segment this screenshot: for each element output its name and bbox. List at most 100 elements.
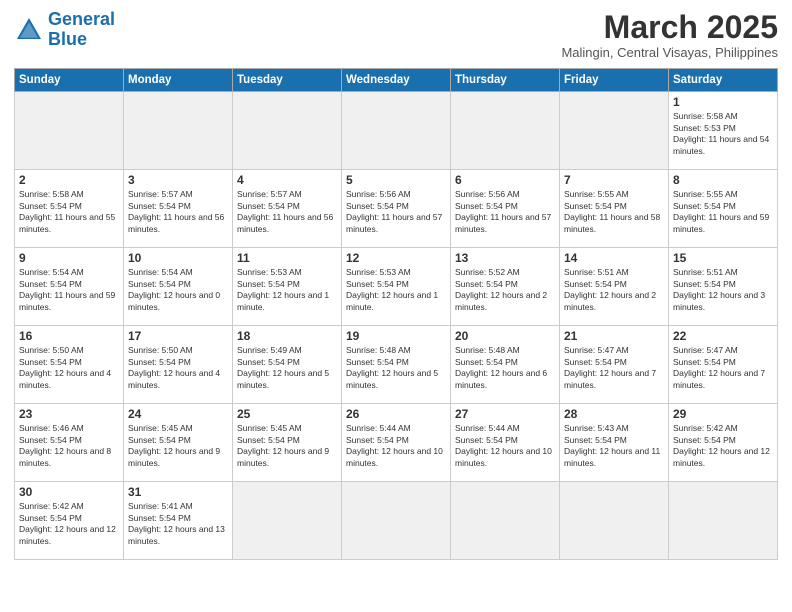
day-info: Sunrise: 5:53 AMSunset: 5:54 PMDaylight:… [237, 267, 337, 313]
table-row: 14 Sunrise: 5:51 AMSunset: 5:54 PMDayligh… [560, 248, 669, 326]
day-number: 26 [346, 407, 446, 421]
day-number: 20 [455, 329, 555, 343]
table-row: 11 Sunrise: 5:53 AMSunset: 5:54 PMDayligh… [233, 248, 342, 326]
table-row [560, 482, 669, 560]
table-row: 8Sunrise: 5:55 AMSunset: 5:54 PMDaylight… [669, 170, 778, 248]
day-number: 31 [128, 485, 228, 499]
day-number: 13 [455, 251, 555, 265]
logo-general: General [48, 9, 115, 29]
day-number: 15 [673, 251, 773, 265]
day-number: 4 [237, 173, 337, 187]
day-number: 6 [455, 173, 555, 187]
day-info: Sunrise: 5:41 AMSunset: 5:54 PMDaylight:… [128, 501, 228, 547]
table-row: 4Sunrise: 5:57 AMSunset: 5:54 PMDaylight… [233, 170, 342, 248]
day-number: 9 [19, 251, 119, 265]
day-info: Sunrise: 5:56 AMSunset: 5:54 PMDaylight:… [455, 189, 555, 235]
col-tuesday: Tuesday [233, 69, 342, 92]
logo: General Blue [14, 10, 115, 50]
day-info: Sunrise: 5:45 AMSunset: 5:54 PMDaylight:… [237, 423, 337, 469]
day-info: Sunrise: 5:44 AMSunset: 5:54 PMDaylight:… [346, 423, 446, 469]
calendar-header: Sunday Monday Tuesday Wednesday Thursday… [15, 69, 778, 92]
day-number: 5 [346, 173, 446, 187]
header: General Blue March 2025 Malingin, Centra… [14, 10, 778, 60]
day-number: 30 [19, 485, 119, 499]
table-row: 31 Sunrise: 5:41 AMSunset: 5:54 PMDayligh… [124, 482, 233, 560]
day-info: Sunrise: 5:51 AMSunset: 5:54 PMDaylight:… [564, 267, 664, 313]
table-row [560, 92, 669, 170]
calendar-body: 1Sunrise: 5:58 AMSunset: 5:53 PMDaylight… [15, 92, 778, 560]
day-info: Sunrise: 5:51 AMSunset: 5:54 PMDaylight:… [673, 267, 773, 313]
table-row: 22 Sunrise: 5:47 AMSunset: 5:54 PMDayligh… [669, 326, 778, 404]
day-number: 16 [19, 329, 119, 343]
table-row: 24Sunrise: 5:45 AMSunset: 5:54 PMDayligh… [124, 404, 233, 482]
day-number: 23 [19, 407, 119, 421]
table-row [669, 482, 778, 560]
table-row [451, 92, 560, 170]
day-number: 2 [19, 173, 119, 187]
table-row: 10Sunrise: 5:54 AMSunset: 5:54 PMDayligh… [124, 248, 233, 326]
table-row: 30Sunrise: 5:42 AMSunset: 5:54 PMDayligh… [15, 482, 124, 560]
day-info: Sunrise: 5:57 AMSunset: 5:54 PMDaylight:… [128, 189, 228, 235]
logo-icon [14, 15, 44, 45]
col-sunday: Sunday [15, 69, 124, 92]
table-row: 12 Sunrise: 5:53 AMSunset: 5:54 PMDayligh… [342, 248, 451, 326]
day-info: Sunrise: 5:43 AMSunset: 5:54 PMDaylight:… [564, 423, 664, 469]
col-saturday: Saturday [669, 69, 778, 92]
table-row: 26 Sunrise: 5:44 AMSunset: 5:54 PMDayligh… [342, 404, 451, 482]
day-number: 14 [564, 251, 664, 265]
table-row [451, 482, 560, 560]
day-number: 21 [564, 329, 664, 343]
calendar-week-5: 30Sunrise: 5:42 AMSunset: 5:54 PMDayligh… [15, 482, 778, 560]
day-number: 19 [346, 329, 446, 343]
day-number: 28 [564, 407, 664, 421]
table-row: 21Sunrise: 5:47 AMSunset: 5:54 PMDayligh… [560, 326, 669, 404]
day-info: Sunrise: 5:48 AMSunset: 5:54 PMDaylight:… [346, 345, 446, 391]
day-info: Sunrise: 5:46 AMSunset: 5:54 PMDaylight:… [19, 423, 119, 469]
day-info: Sunrise: 5:47 AMSunset: 5:54 PMDaylight:… [673, 345, 773, 391]
day-info: Sunrise: 5:45 AMSunset: 5:54 PMDaylight:… [128, 423, 228, 469]
day-info: Sunrise: 5:53 AMSunset: 5:54 PMDaylight:… [346, 267, 446, 313]
table-row: 15 Sunrise: 5:51 AMSunset: 5:54 PMDayligh… [669, 248, 778, 326]
calendar-week-4: 23 Sunrise: 5:46 AMSunset: 5:54 PMDayligh… [15, 404, 778, 482]
day-number: 17 [128, 329, 228, 343]
day-number: 12 [346, 251, 446, 265]
table-row: 27 Sunrise: 5:44 AMSunset: 5:54 PMDayligh… [451, 404, 560, 482]
day-info: Sunrise: 5:52 AMSunset: 5:54 PMDaylight:… [455, 267, 555, 313]
table-row: 16 Sunrise: 5:50 AMSunset: 5:54 PMDayligh… [15, 326, 124, 404]
month-title: March 2025 [561, 10, 778, 45]
day-info: Sunrise: 5:49 AMSunset: 5:54 PMDaylight:… [237, 345, 337, 391]
title-block: March 2025 Malingin, Central Visayas, Ph… [561, 10, 778, 60]
day-info: Sunrise: 5:42 AMSunset: 5:54 PMDaylight:… [673, 423, 773, 469]
page: General Blue March 2025 Malingin, Centra… [0, 0, 792, 612]
header-row: Sunday Monday Tuesday Wednesday Thursday… [15, 69, 778, 92]
day-info: Sunrise: 5:54 AMSunset: 5:54 PMDaylight:… [128, 267, 228, 313]
table-row [15, 92, 124, 170]
table-row: 23 Sunrise: 5:46 AMSunset: 5:54 PMDayligh… [15, 404, 124, 482]
col-monday: Monday [124, 69, 233, 92]
calendar-week-1: 2 Sunrise: 5:58 AMSunset: 5:54 PMDaylight… [15, 170, 778, 248]
day-info: Sunrise: 5:56 AMSunset: 5:54 PMDaylight:… [346, 189, 446, 235]
logo-text: General Blue [48, 10, 115, 50]
day-number: 22 [673, 329, 773, 343]
table-row: 3Sunrise: 5:57 AMSunset: 5:54 PMDaylight… [124, 170, 233, 248]
table-row: 9Sunrise: 5:54 AMSunset: 5:54 PMDaylight… [15, 248, 124, 326]
col-wednesday: Wednesday [342, 69, 451, 92]
table-row: 25 Sunrise: 5:45 AMSunset: 5:54 PMDayligh… [233, 404, 342, 482]
day-number: 25 [237, 407, 337, 421]
day-info: Sunrise: 5:55 AMSunset: 5:54 PMDaylight:… [673, 189, 773, 235]
day-number: 1 [673, 95, 773, 109]
calendar-week-2: 9 Sunrise: 5:54 AMSunset: 5:54 PMDaylight… [15, 248, 778, 326]
day-info: Sunrise: 5:50 AMSunset: 5:54 PMDaylight:… [19, 345, 119, 391]
day-number: 29 [673, 407, 773, 421]
table-row [124, 92, 233, 170]
calendar-week-3: 16 Sunrise: 5:50 AMSunset: 5:54 PMDayligh… [15, 326, 778, 404]
table-row: 2 Sunrise: 5:58 AMSunset: 5:54 PMDaylight… [15, 170, 124, 248]
day-info: Sunrise: 5:58 AMSunset: 5:54 PMDaylight:… [19, 189, 119, 235]
table-row: 20Sunrise: 5:48 AMSunset: 5:54 PMDayligh… [451, 326, 560, 404]
calendar-table: Sunday Monday Tuesday Wednesday Thursday… [14, 68, 778, 560]
table-row: 13 Sunrise: 5:52 AMSunset: 5:54 PMDayligh… [451, 248, 560, 326]
table-row: 19 Sunrise: 5:48 AMSunset: 5:54 PMDayligh… [342, 326, 451, 404]
day-number: 27 [455, 407, 555, 421]
day-number: 11 [237, 251, 337, 265]
day-info: Sunrise: 5:44 AMSunset: 5:54 PMDaylight:… [455, 423, 555, 469]
